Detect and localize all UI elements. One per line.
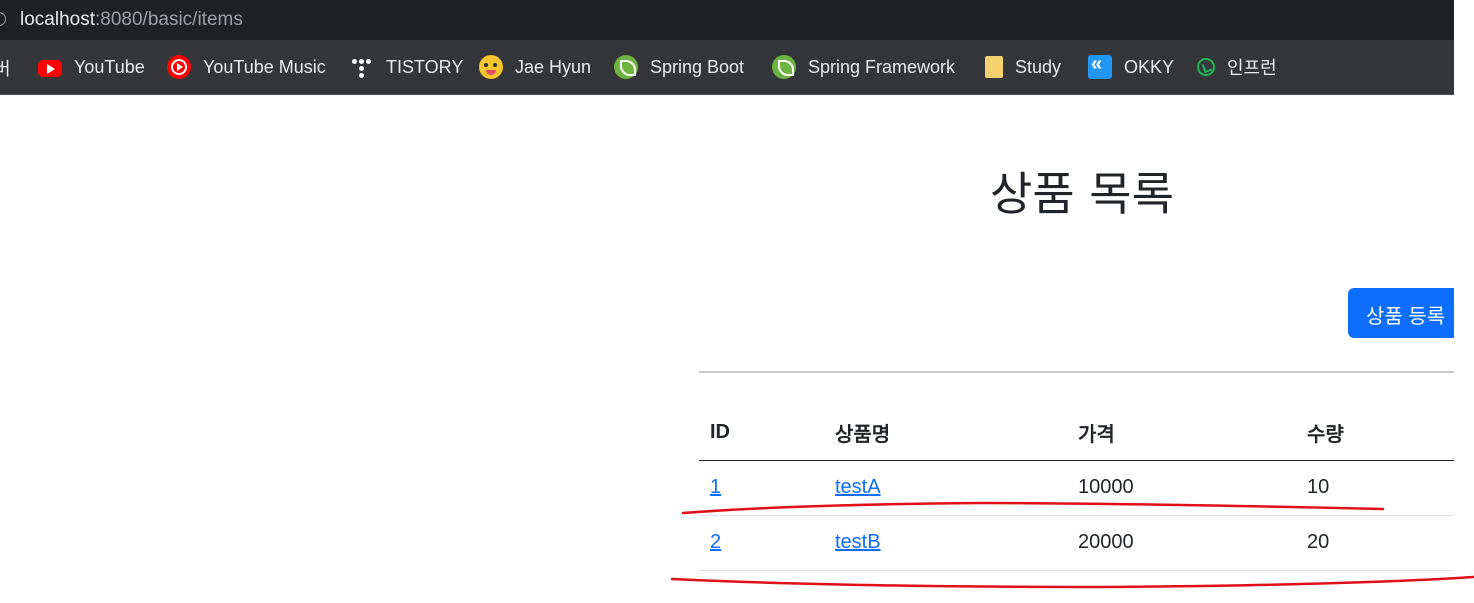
url-path: :8080/basic/items <box>95 9 243 30</box>
emoji-face-icon <box>479 55 503 79</box>
url-host: localhost <box>20 9 95 30</box>
bookmark-youtube[interactable]: YouTube <box>38 55 145 79</box>
red-underline-row-2 <box>670 575 1474 589</box>
viewport-edge <box>1454 95 1474 603</box>
cell-quantity: 10 <box>1296 460 1454 516</box>
bookmark-study[interactable]: Study <box>982 55 1061 79</box>
column-header-name: 상품명 <box>824 405 1067 461</box>
cell-name: testA <box>824 460 1067 516</box>
cell-id: 1 <box>699 460 824 516</box>
item-name-link[interactable]: testB <box>835 531 881 553</box>
bookmark-inflearn[interactable]: 인프런 <box>1197 55 1277 79</box>
bookmark-label: OKKY <box>1124 56 1175 77</box>
bookmark-label: Spring Framework <box>808 56 956 77</box>
cell-name: testB <box>824 515 1067 571</box>
item-id-link[interactable]: 2 <box>710 531 721 553</box>
bookmark-label: TISTORY <box>386 56 464 77</box>
address-bar[interactable]: localhost:8080/basic/items <box>0 0 1454 40</box>
site-info-icon[interactable] <box>0 12 6 26</box>
bookmark-jae-hyun[interactable]: Jae Hyun <box>479 55 591 79</box>
cell-price: 20000 <box>1067 515 1296 571</box>
okky-icon <box>1088 53 1112 79</box>
bookmark-label: Study <box>1015 56 1062 77</box>
cell-quantity: 20 <box>1296 515 1454 571</box>
bookmark-okky[interactable]: OKKY <box>1088 53 1175 79</box>
bookmark-label: Spring Boot <box>650 56 745 77</box>
spring-icon <box>614 55 638 79</box>
column-header-price: 가격 <box>1067 405 1296 461</box>
inflearn-icon <box>1197 58 1215 76</box>
bookmarks-bar: 버 YouTube YouTube Music TISTORY Jae Hyun… <box>0 40 1454 95</box>
bookmark-label: Jae Hyun <box>515 56 592 77</box>
spring-icon <box>772 55 796 79</box>
table-row: 2 testB 20000 20 <box>699 515 1454 571</box>
bookmark-label: 인프런 <box>1227 58 1277 78</box>
divider <box>699 371 1454 373</box>
youtube-icon <box>38 60 62 77</box>
folder-icon <box>985 56 1003 78</box>
bookmark-spring-framework[interactable]: Spring Framework <box>772 55 955 79</box>
youtube-music-icon <box>167 55 191 79</box>
bookmark-partial-label[interactable]: 버 <box>0 55 11 81</box>
bookmark-youtube-music[interactable]: YouTube Music <box>167 55 326 79</box>
bookmark-tistory[interactable]: TISTORY <box>350 55 463 79</box>
bookmark-label: YouTube <box>74 56 145 77</box>
url-field[interactable]: localhost:8080/basic/items <box>20 9 243 31</box>
table-row: 1 testA 10000 10 <box>699 460 1454 516</box>
table-header-row: ID 상품명 가격 수량 <box>699 405 1454 461</box>
tistory-icon <box>350 55 374 79</box>
column-header-quantity: 수량 <box>1296 405 1454 461</box>
bookmark-label: YouTube Music <box>203 56 326 77</box>
page-title: 상품 목록 <box>990 167 1174 221</box>
cell-id: 2 <box>699 515 824 571</box>
item-id-link[interactable]: 1 <box>710 476 721 498</box>
cell-price: 10000 <box>1067 460 1296 516</box>
bookmark-spring-boot[interactable]: Spring Boot <box>614 55 744 79</box>
item-name-link[interactable]: testA <box>835 476 881 498</box>
window-edge <box>1454 0 1474 95</box>
column-header-id: ID <box>699 405 824 461</box>
items-table: ID 상품명 가격 수량 1 testA 10000 10 2 testB 20… <box>699 405 1454 571</box>
